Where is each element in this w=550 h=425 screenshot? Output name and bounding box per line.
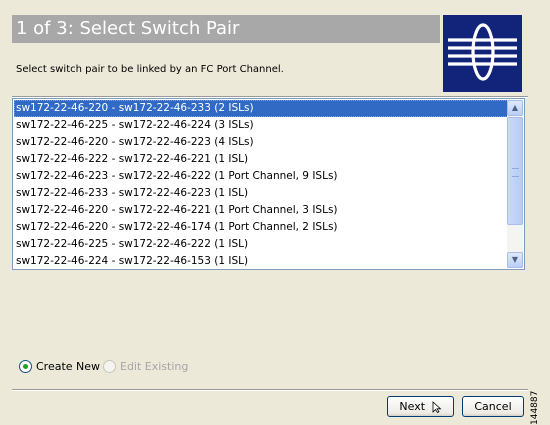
separator	[12, 389, 528, 391]
edit-existing-option: Edit Existing	[103, 360, 188, 373]
cancel-button[interactable]: Cancel	[462, 396, 524, 417]
list-item[interactable]: sw172-22-46-220 - sw172-22-46-221 (1 Por…	[14, 202, 508, 219]
create-new-option[interactable]: Create New	[19, 360, 100, 373]
list-item[interactable]: sw172-22-46-224 - sw172-22-46-153 (1 ISL…	[14, 253, 508, 269]
mouse-pointer-icon	[432, 401, 442, 413]
switch-pair-list[interactable]: sw172-22-46-220 - sw172-22-46-233 (2 ISL…	[12, 98, 525, 270]
next-button[interactable]: Next	[387, 396, 454, 417]
list-item[interactable]: sw172-22-46-225 - sw172-22-46-224 (3 ISL…	[14, 117, 508, 134]
scroll-down-icon[interactable]: ▼	[507, 252, 523, 268]
scroll-up-icon[interactable]: ▲	[507, 100, 523, 116]
grip-icon	[512, 168, 519, 177]
list-item[interactable]: sw172-22-46-233 - sw172-22-46-223 (1 ISL…	[14, 185, 508, 202]
list-item[interactable]: sw172-22-46-223 - sw172-22-46-222 (1 Por…	[14, 168, 508, 185]
create-new-label: Create New	[36, 360, 101, 373]
list-item[interactable]: sw172-22-46-222 - sw172-22-46-221 (1 ISL…	[14, 151, 508, 168]
list-item[interactable]: sw172-22-46-220 - sw172-22-46-174 (1 Por…	[14, 219, 508, 236]
radio-disabled-icon	[103, 360, 116, 373]
list-item[interactable]: sw172-22-46-220 - sw172-22-46-233 (2 ISL…	[14, 100, 508, 117]
vertical-scrollbar[interactable]: ▲ ▼	[507, 100, 523, 268]
wizard-instructions: Select switch pair to be linked by an FC…	[16, 64, 284, 75]
wizard-step-title: 1 of 3: Select Switch Pair	[12, 15, 440, 43]
scrollbar-thumb[interactable]	[507, 117, 523, 225]
list-item[interactable]: sw172-22-46-220 - sw172-22-46-223 (4 ISL…	[14, 134, 508, 151]
edit-existing-label: Edit Existing	[120, 360, 189, 373]
cisco-logo-icon	[443, 15, 522, 92]
radio-checked-icon[interactable]	[19, 360, 32, 373]
figure-id: 144887	[530, 390, 540, 425]
next-button-label: Next	[399, 400, 426, 413]
list-item[interactable]: sw172-22-46-225 - sw172-22-46-222 (1 ISL…	[14, 236, 508, 253]
